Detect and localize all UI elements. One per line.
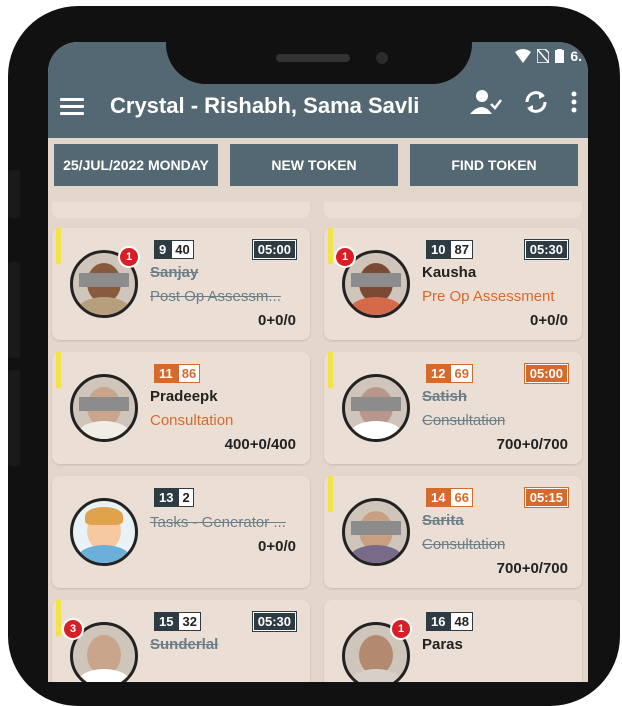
service-name: Consultation — [150, 412, 234, 429]
amount: 0+0/0 — [258, 538, 296, 555]
status-time: 6. — [570, 48, 582, 64]
speaker-grille — [276, 54, 350, 62]
notification-badge: 1 — [390, 618, 412, 640]
token-card[interactable]: 13 2 Tasks - Generator ... 0+0/0 — [52, 476, 310, 588]
time-badge: 05:30 — [523, 239, 570, 260]
time-badge: 05:00 — [523, 363, 570, 384]
token-number: 14 66 — [426, 488, 473, 507]
service-name: Post Op Assessm... — [150, 288, 281, 305]
service-name: Pre Op Assessment — [422, 288, 555, 305]
status-bar-indicator — [56, 600, 61, 636]
new-token-button[interactable]: NEW TOKEN — [230, 144, 398, 186]
status-bar-indicator — [328, 476, 333, 512]
notification-badge: 1 — [334, 246, 356, 268]
status-bar-indicator — [56, 352, 61, 388]
patient-name: Paras — [422, 636, 463, 653]
token-number: 16 48 — [426, 612, 473, 631]
token-card[interactable]: 1 16 48 Paras — [324, 600, 582, 682]
time-badge: 05:15 — [523, 487, 570, 508]
front-camera — [376, 52, 388, 64]
find-token-button[interactable]: FIND TOKEN — [410, 144, 578, 186]
more-vert-icon[interactable] — [570, 91, 578, 113]
token-number: 13 2 — [154, 488, 194, 507]
wifi-icon — [515, 49, 532, 63]
patient-name: Kausha — [422, 264, 477, 281]
card-partial — [52, 202, 310, 218]
time-badge: 05:30 — [251, 611, 298, 632]
phone-side-button — [8, 170, 20, 218]
user-check-icon[interactable] — [470, 88, 502, 116]
token-card[interactable]: 1 10 87 05:30 Kausha Pre Op Assessment 0+… — [324, 228, 582, 340]
phone-volume-button — [8, 370, 20, 466]
toolbar: 25/JUL/2022 MONDAY NEW TOKEN FIND TOKEN — [48, 144, 588, 188]
page-title: Crystal - Rishabh, Sama Savli — [110, 93, 420, 118]
app-screen: 6. Crystal - Rishabh, Sama Savli 25/JUL/… — [48, 42, 588, 682]
token-card[interactable]: 11 86 Pradeepk Consultation 400+0/400 — [52, 352, 310, 464]
sync-icon[interactable] — [522, 88, 550, 116]
time-badge: 05:00 — [251, 239, 298, 260]
service-name: Consultation — [422, 536, 506, 553]
status-bar-indicator — [56, 228, 61, 264]
phone-volume-button — [8, 262, 20, 358]
amount: 700+0/700 — [496, 560, 568, 577]
status-bar-indicator — [328, 228, 333, 264]
avatar — [342, 374, 410, 442]
token-card[interactable]: 14 66 05:15 Sarita Consultation 700+0/700 — [324, 476, 582, 588]
patient-name: Sanjay — [150, 264, 199, 281]
amount: 400+0/400 — [224, 436, 296, 453]
patient-name: Satish — [422, 388, 468, 405]
amount: 0+0/0 — [530, 312, 568, 329]
amount: 0+0/0 — [258, 312, 296, 329]
status-bar-indicator — [328, 352, 333, 388]
menu-icon[interactable] — [60, 94, 84, 119]
token-number: 11 86 — [154, 364, 201, 383]
service-name: Consultation — [422, 412, 506, 429]
service-name: Tasks - Generator ... — [150, 514, 286, 531]
token-number: 9 40 — [154, 240, 194, 259]
card-partial — [324, 202, 582, 218]
patient-name: Sunderlal — [150, 636, 219, 653]
patient-name: Pradeepk — [150, 388, 218, 405]
date-button[interactable]: 25/JUL/2022 MONDAY — [54, 144, 218, 186]
phone-notch — [166, 42, 472, 84]
token-card[interactable]: 3 15 32 05:30 Sunderlal — [52, 600, 310, 682]
avatar — [70, 374, 138, 442]
avatar — [342, 498, 410, 566]
notification-badge: 1 — [118, 246, 140, 268]
token-card[interactable]: 12 69 05:00 Satish Consultation 700+0/700 — [324, 352, 582, 464]
token-number: 10 87 — [426, 240, 473, 259]
token-card[interactable]: 1 9 40 05:00 Sanjay Post Op Assessm... 0+… — [52, 228, 310, 340]
token-number: 15 32 — [154, 612, 201, 631]
token-number: 12 69 — [426, 364, 473, 383]
amount: 700+0/700 — [496, 436, 568, 453]
avatar-placeholder — [70, 498, 138, 566]
notification-badge: 3 — [62, 618, 84, 640]
battery-icon — [555, 49, 565, 63]
patient-name: Sarita — [422, 512, 464, 529]
no-sim-icon — [537, 49, 550, 63]
